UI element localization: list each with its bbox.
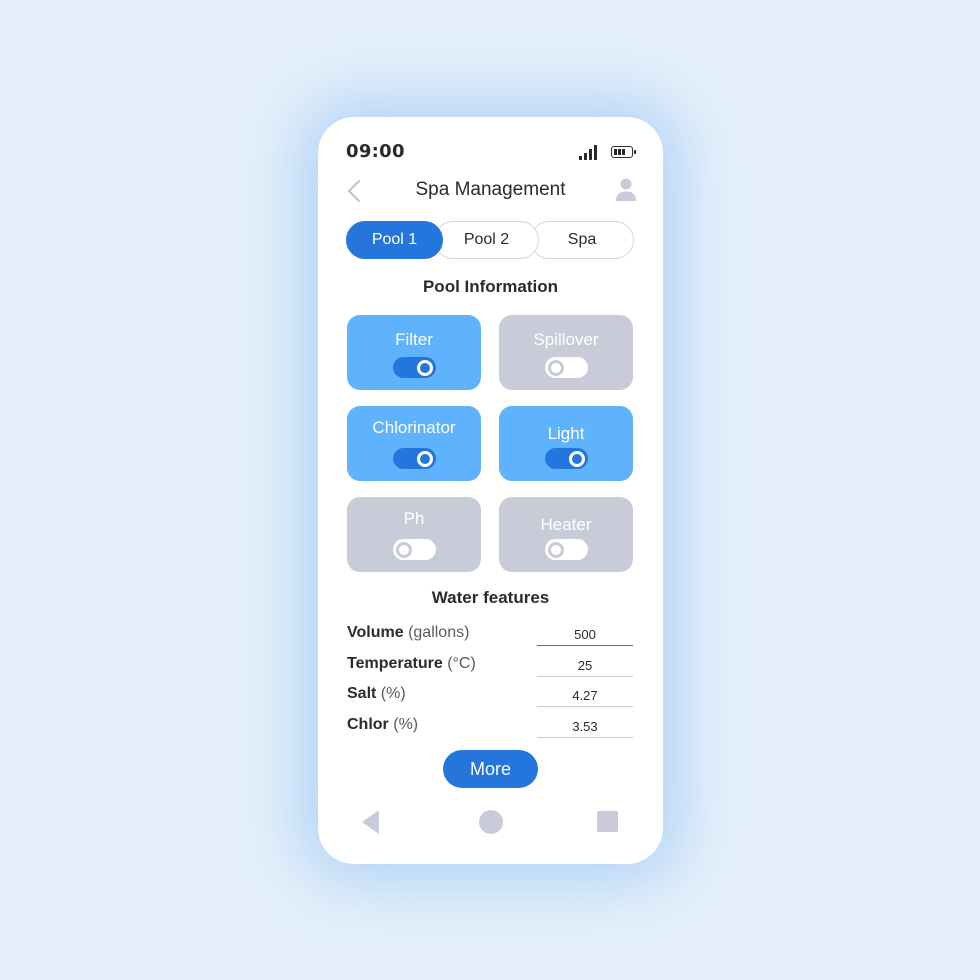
device-label: Ph — [403, 509, 425, 528]
pool-information-title: Pool Information — [422, 277, 559, 296]
toggle-knob — [417, 450, 433, 467]
device-label: Light — [547, 424, 585, 443]
toggle-knob — [417, 359, 433, 376]
user-icon — [616, 178, 636, 201]
heater-toggle[interactable] — [545, 539, 588, 560]
feature-unit: (%) — [393, 716, 419, 733]
toggle-knob — [396, 541, 412, 558]
feature-unit: (gallons) — [408, 624, 470, 641]
device-label: Spillover — [533, 330, 599, 349]
feature-row-temperature: Temperature (°C) — [347, 653, 633, 679]
feature-label: Volume — [347, 624, 404, 641]
filter-toggle[interactable] — [393, 357, 436, 378]
spillover-toggle[interactable] — [545, 357, 588, 378]
feature-row-volume: Volume (gallons) — [347, 622, 633, 648]
chlorinator-toggle[interactable] — [393, 448, 436, 469]
tab-spa[interactable]: Spa — [530, 221, 634, 259]
app-header: Spa Management — [318, 175, 663, 207]
battery-icon — [611, 146, 636, 158]
device-card-spillover[interactable]: Spillover — [499, 315, 633, 390]
tab-pool-1[interactable]: Pool 1 — [346, 221, 443, 259]
water-features-title: Water features — [431, 588, 550, 607]
device-card-heater[interactable]: Heater — [499, 497, 633, 572]
feature-unit: (°C) — [447, 655, 476, 672]
signal-icon — [579, 145, 599, 160]
status-time: 09:00 — [346, 141, 405, 162]
toggle-knob — [548, 541, 564, 558]
feature-label: Salt — [347, 685, 377, 702]
profile-button[interactable] — [615, 177, 637, 203]
device-label: Chlorinator — [372, 418, 456, 437]
more-button[interactable]: More — [443, 750, 538, 788]
light-toggle[interactable] — [545, 448, 588, 469]
page-title: Spa Management — [415, 179, 566, 200]
volume-input[interactable] — [537, 624, 633, 646]
feature-label: Temperature — [347, 655, 443, 672]
ph-toggle[interactable] — [393, 539, 436, 560]
tab-pool-2[interactable]: Pool 2 — [434, 221, 539, 259]
pool-tabs: Pool 1 Pool 2 Spa — [346, 221, 634, 261]
phone-screen: 09:00 Spa Management Pool 1 Pool 2 Spa P… — [318, 117, 663, 864]
device-label: Heater — [540, 515, 592, 534]
feature-row-salt: Salt (%) — [347, 683, 633, 709]
feature-label: Chlor — [347, 716, 389, 733]
device-card-light[interactable]: Light — [499, 406, 633, 481]
status-bar: 09:00 — [346, 141, 636, 165]
salt-input[interactable] — [537, 685, 633, 707]
toggle-knob — [569, 450, 585, 467]
nav-home-icon[interactable] — [479, 810, 503, 834]
chlor-input[interactable] — [537, 716, 633, 738]
device-card-ph[interactable]: Ph — [347, 497, 481, 572]
feature-unit: (%) — [380, 685, 406, 702]
system-nav-bar — [318, 807, 663, 837]
nav-back-icon[interactable] — [362, 810, 379, 834]
device-card-chlorinator[interactable]: Chlorinator — [347, 406, 481, 481]
device-card-filter[interactable]: Filter — [347, 315, 481, 390]
temperature-input[interactable] — [537, 655, 633, 677]
device-label: Filter — [395, 330, 433, 349]
feature-row-chlor: Chlor (%) — [347, 714, 633, 740]
nav-recent-apps-icon[interactable] — [597, 811, 618, 832]
toggle-knob — [548, 359, 564, 376]
